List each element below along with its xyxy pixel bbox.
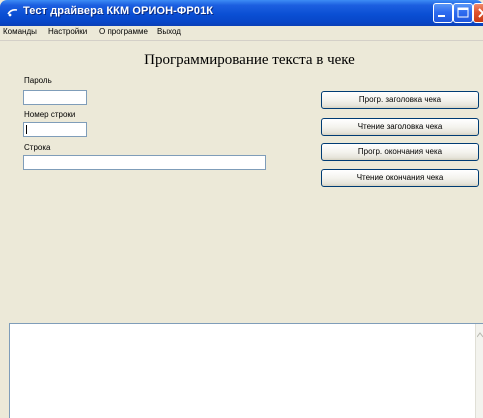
close-icon	[478, 8, 483, 18]
menu-about[interactable]: О программе	[99, 27, 148, 36]
string-label: Строка	[24, 143, 51, 152]
password-label: Пароль	[24, 76, 52, 85]
log-textarea[interactable]	[9, 323, 483, 418]
maximize-button[interactable]	[453, 3, 473, 23]
menu-exit[interactable]: Выход	[157, 27, 181, 36]
minimize-icon	[438, 15, 445, 17]
page-title-text: Программирование текста в чеке	[144, 52, 355, 68]
window-title: Тест драйвера ККМ ОРИОН-ФР01К	[23, 5, 214, 17]
program-header-button[interactable]: Прогр. заголовка чека	[321, 91, 479, 109]
line-number-input[interactable]	[23, 122, 87, 137]
log-scrollbar[interactable]	[475, 324, 483, 418]
read-header-button[interactable]: Чтение заголовка чека	[321, 118, 479, 136]
scroll-up-icon[interactable]	[477, 330, 483, 340]
page-title: Программирование текста в чеке	[0, 52, 483, 69]
string-input[interactable]	[23, 155, 266, 170]
text-caret	[26, 125, 27, 134]
app-icon	[7, 9, 18, 17]
menu-commands[interactable]: Команды	[3, 27, 37, 36]
read-footer-button[interactable]: Чтение окончания чека	[321, 169, 479, 187]
title-bar[interactable]: Тест драйвера ККМ ОРИОН-ФР01К	[0, 0, 483, 26]
close-button[interactable]	[473, 3, 483, 23]
app-window: Тест драйвера ККМ ОРИОН-ФР01К Команды На…	[0, 0, 483, 418]
menu-bar: Команды Настройки О программе Выход	[0, 26, 483, 41]
line-number-label: Номер строки	[24, 110, 76, 119]
password-input[interactable]	[23, 90, 87, 105]
menu-settings[interactable]: Настройки	[48, 27, 87, 36]
program-footer-button[interactable]: Прогр. окончания чека	[321, 143, 479, 161]
maximize-icon	[457, 7, 469, 18]
minimize-button[interactable]	[433, 3, 453, 23]
